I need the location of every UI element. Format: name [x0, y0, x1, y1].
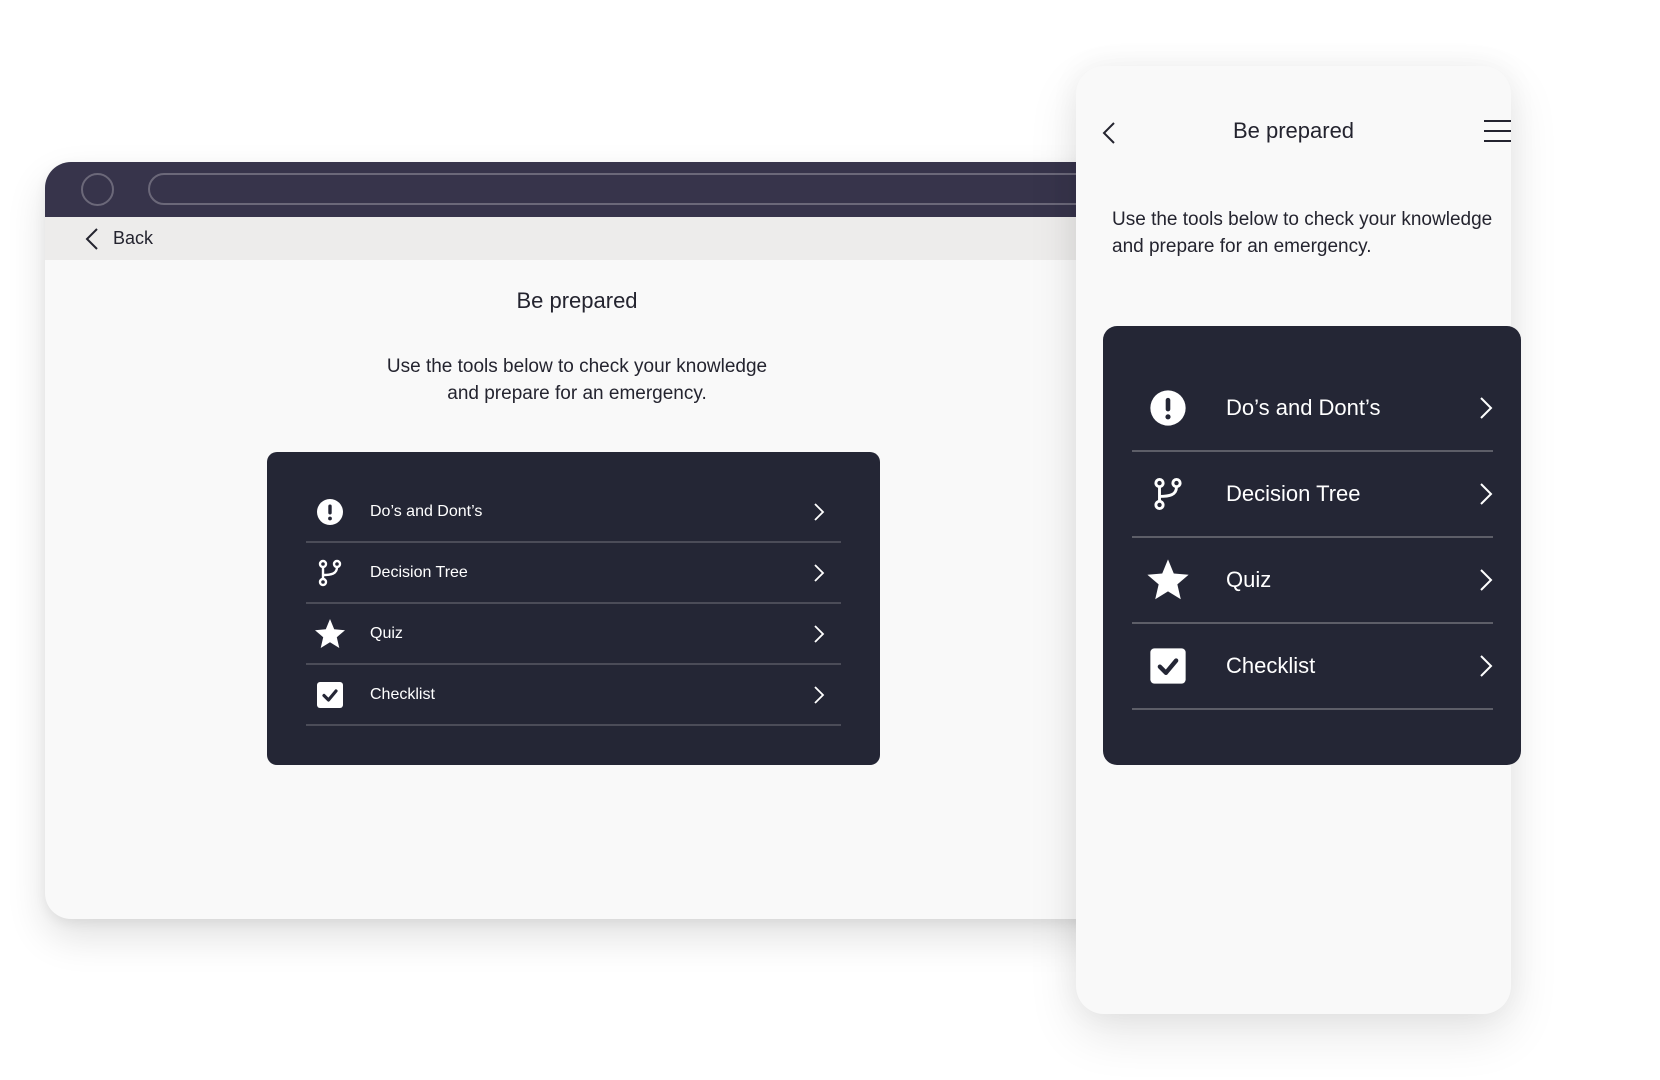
chevron-right-icon	[814, 563, 825, 582]
browser-titlebar	[45, 162, 1145, 217]
tool-label: Quiz	[1226, 567, 1272, 592]
menu-line	[1484, 140, 1511, 142]
window-control-circle[interactable]	[81, 173, 114, 206]
description-line: and prepare for an emergency.	[447, 383, 707, 404]
checkbox-icon	[1146, 644, 1190, 688]
description-line: Use the tools below to check your knowle…	[1112, 209, 1493, 230]
page-description: Use the tools below to check your knowle…	[45, 353, 1109, 407]
tool-label: Decision Tree	[370, 563, 468, 581]
chevron-right-icon	[814, 685, 825, 704]
chevron-right-icon	[1480, 397, 1493, 419]
address-bar[interactable]	[148, 173, 1145, 205]
mobile-page-title: Be prepared	[1232, 118, 1355, 143]
checkbox-icon	[314, 679, 346, 711]
menu-line	[1484, 120, 1511, 122]
menu-line	[1484, 130, 1511, 132]
chevron-right-icon	[814, 502, 825, 521]
alert-circle-icon	[314, 496, 346, 528]
mobile-device-frame: Be prepared Use the tools below to check…	[1076, 66, 1521, 1014]
desktop-browser-window: Back Be prepared Use the tools below to …	[45, 162, 1145, 919]
chevron-right-icon	[1480, 655, 1493, 677]
tool-label: Do’s and Dont’s	[370, 502, 483, 520]
description-line: Use the tools below to check your knowle…	[386, 356, 768, 377]
mobile-tools-card: Do’s and Dont’s Decision Tree Quiz Check…	[1103, 326, 1521, 765]
tool-item-checklist[interactable]: Checklist	[1132, 624, 1493, 710]
tool-item-decision-tree[interactable]: Decision Tree	[306, 543, 841, 604]
tool-item-quiz[interactable]: Quiz	[306, 604, 841, 665]
branch-icon	[1146, 472, 1190, 516]
alert-circle-icon	[1146, 386, 1190, 430]
tool-label: Decision Tree	[1226, 481, 1361, 506]
branch-icon	[314, 557, 346, 589]
tool-item-quiz[interactable]: Quiz	[1132, 538, 1493, 624]
tool-item-decision-tree[interactable]: Decision Tree	[1132, 452, 1493, 538]
hamburger-menu-icon[interactable]	[1484, 120, 1511, 142]
chevron-right-icon	[1480, 569, 1493, 591]
star-icon	[314, 618, 346, 650]
description-line: and prepare for an emergency.	[1112, 236, 1372, 257]
chevron-right-icon	[1480, 483, 1493, 505]
tool-label: Checklist	[1226, 653, 1316, 678]
tool-item-dos-and-donts[interactable]: Do’s and Dont’s	[306, 482, 841, 543]
tool-label: Checklist	[370, 685, 435, 703]
chevron-right-icon	[814, 624, 825, 643]
star-icon	[1146, 558, 1190, 602]
tool-item-dos-and-donts[interactable]: Do’s and Dont’s	[1132, 366, 1493, 452]
mobile-page-description: Use the tools below to check your knowle…	[1112, 206, 1502, 260]
chevron-left-icon[interactable]	[85, 227, 99, 250]
tool-label: Do’s and Dont’s	[1226, 395, 1381, 420]
back-link[interactable]: Back	[113, 228, 153, 249]
desktop-nav-bar: Back	[45, 217, 1145, 260]
tool-label: Quiz	[370, 624, 403, 642]
tools-card: Do’s and Dont’s Decision Tree Quiz Check…	[267, 452, 880, 765]
tool-item-checklist[interactable]: Checklist	[306, 665, 841, 726]
page-title: Be prepared	[516, 288, 638, 313]
